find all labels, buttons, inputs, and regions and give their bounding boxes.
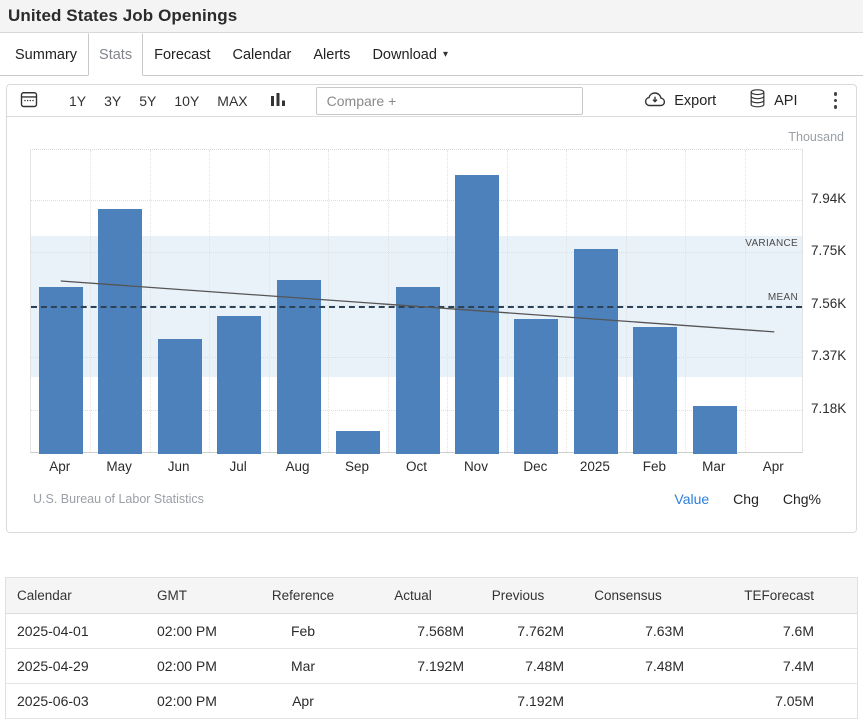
y-tick-label: 7.56K <box>811 296 846 311</box>
api-button[interactable]: API <box>748 88 797 113</box>
range-button-10y[interactable]: 10Y <box>174 93 199 109</box>
table-header-cell: Actual <box>362 588 472 603</box>
x-label-sep: Sep <box>327 459 386 474</box>
title-bar: United States Job Openings <box>0 0 863 33</box>
chart-footer: U.S. Bureau of Labor Statistics Value Chg… <box>33 491 821 507</box>
table-row: 2025-04-0102:00 PMFeb7.568M7.762M7.63M7.… <box>6 614 857 649</box>
table-cell: 7.05M <box>692 693 822 709</box>
table-cell: 7.762M <box>472 623 572 639</box>
chart-type-button[interactable] <box>270 90 286 112</box>
bar-chart-icon <box>270 90 286 112</box>
range-button-3y[interactable]: 3Y <box>104 93 121 109</box>
tab-calendar[interactable]: Calendar <box>222 33 303 75</box>
tab-label: Calendar <box>233 47 292 63</box>
calendar-icon <box>19 89 39 112</box>
chart-area: Thousand VARIANCEMEAN 7.94K 7.75K 7.56K 7.3… <box>7 117 856 532</box>
page-title: United States Job Openings <box>8 6 237 26</box>
x-label-jun: Jun <box>149 459 208 474</box>
tab-download[interactable]: Download ▾ <box>361 33 459 75</box>
plot-area: VARIANCEMEAN <box>30 149 803 453</box>
mode-links: Value Chg Chg% <box>674 491 821 507</box>
compare-input[interactable] <box>316 87 583 115</box>
tab-label: Stats <box>99 47 132 63</box>
mode-link-value[interactable]: Value <box>674 491 709 507</box>
table-cell: 02:00 PM <box>157 623 252 639</box>
range-button-1y[interactable]: 1Y <box>69 93 86 109</box>
mode-link-chg[interactable]: Chg <box>733 491 759 507</box>
table-cell: 2025-04-29 <box>17 658 157 674</box>
table-header-cell: Previous <box>472 588 572 603</box>
x-label-oct: Oct <box>387 459 446 474</box>
source-attribution: U.S. Bureau of Labor Statistics <box>33 492 204 506</box>
range-button-5y[interactable]: 5Y <box>139 93 156 109</box>
api-label: API <box>774 93 797 109</box>
table-cell: Apr <box>252 693 362 709</box>
x-label-apr: Apr <box>30 459 89 474</box>
table-cell: 7.63M <box>572 623 692 639</box>
caret-down-icon: ▾ <box>443 49 448 60</box>
tab-summary[interactable]: Summary <box>4 33 88 75</box>
range-buttons: 1Y 3Y 5Y 10Y MAX <box>69 93 248 109</box>
tab-forecast[interactable]: Forecast <box>143 33 221 75</box>
table-cell: Feb <box>252 623 362 639</box>
axis-unit-label: Thousand <box>788 130 844 144</box>
tab-label: Alerts <box>313 47 350 63</box>
export-button[interactable]: Export <box>643 89 716 113</box>
y-tick-label: 7.37K <box>811 348 846 363</box>
database-icon <box>748 88 767 113</box>
table-header-cell: TEForecast <box>692 588 822 603</box>
table-cell: 02:00 PM <box>157 693 252 709</box>
tab-bar: Summary Stats Forecast Calendar Alerts Downlo… <box>0 33 863 76</box>
range-button-max[interactable]: MAX <box>217 93 247 109</box>
table-cell: 7.6M <box>692 623 822 639</box>
table-header-cell: GMT <box>157 588 252 603</box>
table-cell: 2025-04-01 <box>17 623 157 639</box>
tab-label: Download <box>372 47 437 63</box>
more-options-button[interactable] <box>830 90 842 111</box>
chart-card: 1Y 3Y 5Y 10Y MAX Export <box>6 84 857 533</box>
tab-label: Summary <box>15 47 77 63</box>
tab-alerts[interactable]: Alerts <box>302 33 361 75</box>
tab-stats[interactable]: Stats <box>88 33 143 76</box>
table-cell: 7.192M <box>472 693 572 709</box>
x-label-mar: Mar <box>684 459 743 474</box>
table-header-cell: Reference <box>252 588 362 603</box>
x-label-jul: Jul <box>208 459 267 474</box>
x-label-may: May <box>89 459 148 474</box>
x-label-2025: 2025 <box>565 459 624 474</box>
x-label-apr: Apr <box>744 459 803 474</box>
y-tick-label: 7.94K <box>811 191 846 206</box>
y-tick-label: 7.18K <box>811 401 846 416</box>
export-label: Export <box>674 93 716 109</box>
date-range-picker-button[interactable] <box>19 89 39 112</box>
table-header-row: CalendarGMTReferenceActualPreviousConsen… <box>6 578 857 614</box>
y-tick-label: 7.75K <box>811 243 846 258</box>
mode-link-chgpct[interactable]: Chg% <box>783 491 821 507</box>
table-row: 2025-04-2902:00 PMMar7.192M7.48M7.48M7.4… <box>6 649 857 684</box>
chart-toolbar: 1Y 3Y 5Y 10Y MAX Export <box>7 85 856 117</box>
tab-label: Forecast <box>154 47 210 63</box>
table-row: 2025-06-0302:00 PMApr 7.192M 7.05M <box>6 684 857 719</box>
toolbar-right-group: Export API <box>643 88 841 113</box>
cloud-download-icon <box>643 89 667 113</box>
x-label-dec: Dec <box>506 459 565 474</box>
table-cell: Mar <box>252 658 362 674</box>
calendar-table: CalendarGMTReferenceActualPreviousConsen… <box>5 577 858 719</box>
kebab-icon <box>834 92 838 109</box>
table-cell: 02:00 PM <box>157 658 252 674</box>
x-label-nov: Nov <box>446 459 505 474</box>
table-cell: 7.48M <box>572 658 692 674</box>
x-label-feb: Feb <box>625 459 684 474</box>
table-header-cell: Consensus <box>572 588 692 603</box>
table-cell: 7.48M <box>472 658 572 674</box>
table-cell: 7.4M <box>692 658 822 674</box>
table-cell: 2025-06-03 <box>17 693 157 709</box>
table-header-cell: Calendar <box>17 588 157 603</box>
trend-line <box>31 150 804 454</box>
table-cell: 7.568M <box>362 623 472 639</box>
x-label-aug: Aug <box>268 459 327 474</box>
table-cell: 7.192M <box>362 658 472 674</box>
